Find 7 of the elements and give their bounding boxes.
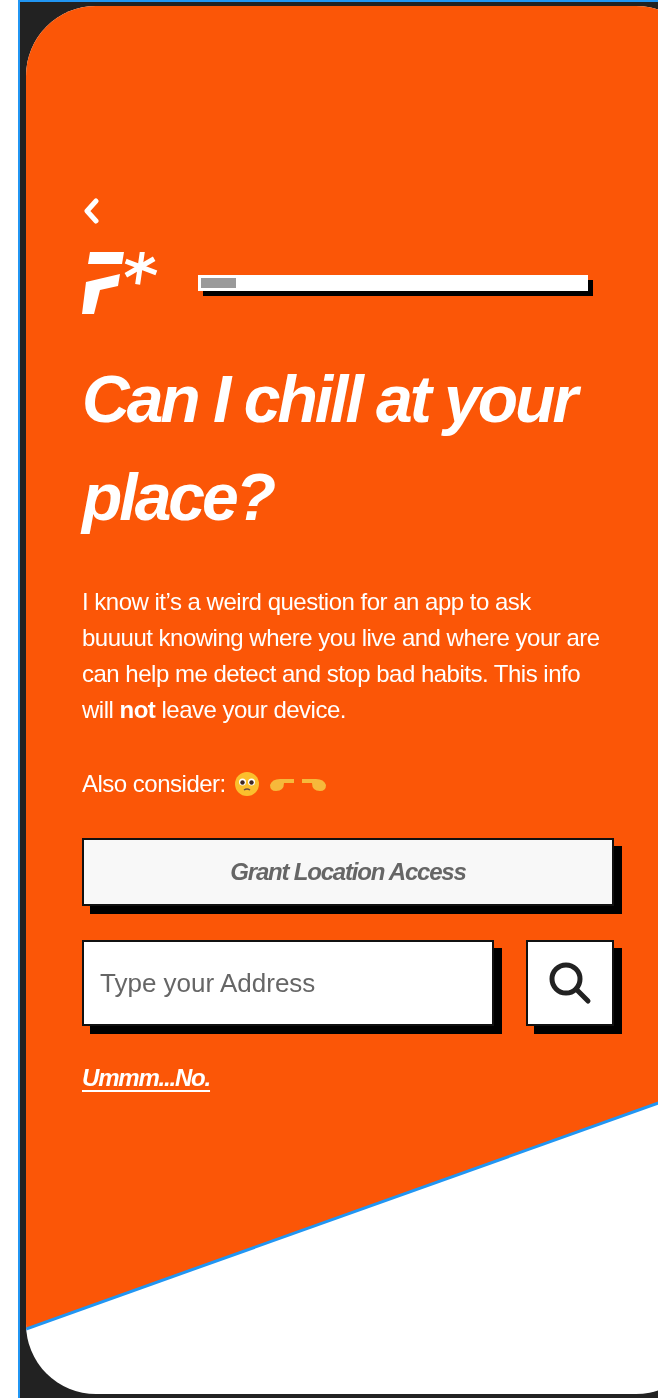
search-icon xyxy=(547,960,593,1006)
heading: Can I chill at your place? xyxy=(82,350,582,546)
decline-link[interactable]: Ummm...No. xyxy=(82,1060,211,1096)
body-text: I know it’s a weird question for an app to ask buuuut knowing where you live and where your are can help me detect and stop bad habits. This info will not leave your device. xyxy=(82,587,601,725)
also-consider-text: Also consider: xyxy=(82,769,226,799)
pleading-face-icon xyxy=(233,771,260,797)
address-field[interactable]: Type your Address xyxy=(82,940,494,1026)
